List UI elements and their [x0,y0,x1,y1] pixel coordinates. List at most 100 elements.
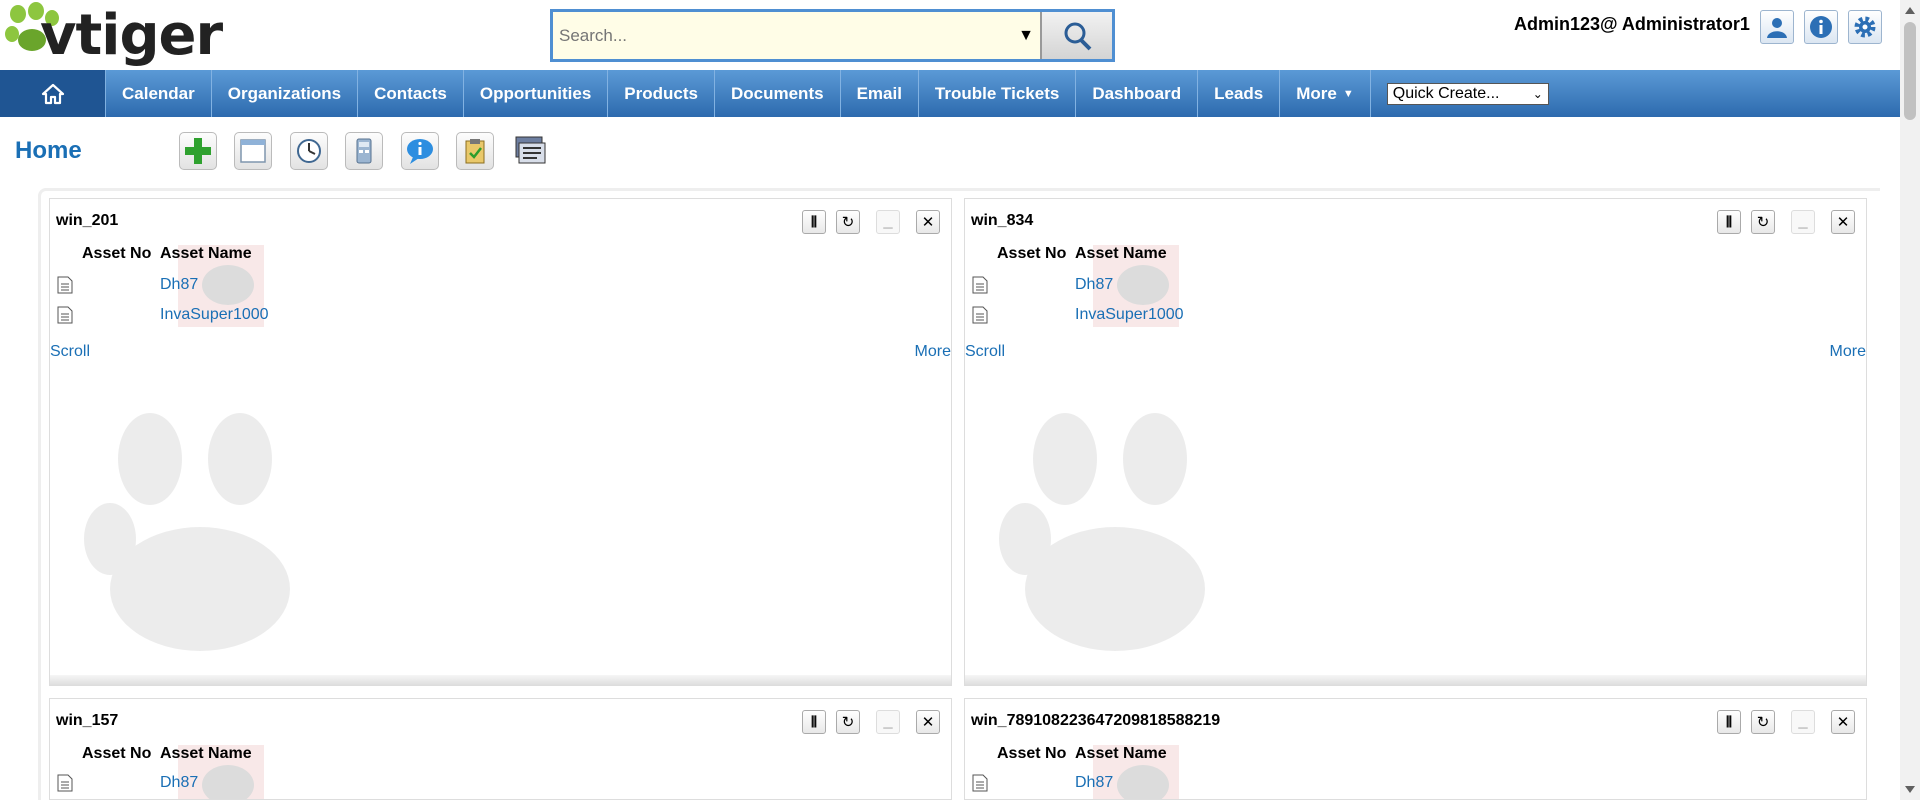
logo-text: vtiger [40,3,223,68]
nav-more-label: More [1296,83,1337,103]
column-header-asset-name: Asset Name [160,745,252,762]
nav-contacts[interactable]: Contacts [358,70,464,117]
home-icon [41,83,64,104]
quick-create-label: Quick Create... [1392,84,1500,102]
home-button[interactable] [0,70,106,117]
widget-close-button[interactable]: ✕ [916,210,940,234]
refresh-icon: ↻ [1756,714,1770,731]
widget-title: win_78910822364720981858821​9 [971,712,1221,729]
sliders-icon: ⫼ [1726,214,1732,229]
settings-gear-icon[interactable] [1848,10,1882,44]
scroll-link[interactable]: Scroll [50,343,90,361]
widget-refresh-button[interactable]: ↻ [836,710,860,734]
nav-organizations[interactable]: Organizations [212,70,359,117]
refresh-icon: ↻ [841,714,855,731]
add-widget-icon [185,138,211,164]
scroll-up-icon[interactable] [1905,7,1915,14]
widget-refresh-button[interactable]: ↻ [836,210,860,234]
widget-settings-button[interactable]: ⫼ [1717,710,1741,734]
user-profile-icon[interactable] [1760,10,1794,44]
scrollbar-thumb[interactable] [1904,22,1916,120]
document-icon [57,306,73,324]
asset-link[interactable]: Dh87 [160,276,198,294]
asset-link[interactable]: InvaSuper1000 [1075,306,1184,324]
document-icon [57,774,73,792]
minimize-icon: ▁ [1798,715,1808,729]
widget-settings-button[interactable]: ⫼ [802,710,826,734]
widget-title: win_834 [971,212,1034,229]
widget-settings-button[interactable]: ⫼ [802,210,826,234]
column-header-asset-no: Asset No [997,245,1067,262]
nav-documents[interactable]: Documents [715,70,841,117]
widget-refresh-button[interactable]: ↻ [1751,210,1775,234]
top-header: vtiger ▼ Admin123@ Administrator1 [0,0,1900,70]
widget-title: win_201 [56,212,119,229]
asset-link[interactable]: Dh87 [1075,276,1113,294]
widget-minimize-button[interactable]: ▁ [1791,710,1815,734]
nav-opportunities[interactable]: Opportunities [464,70,609,117]
search-button[interactable] [1040,12,1112,59]
minimize-icon: ▁ [1798,215,1808,229]
document-icon [57,276,73,294]
search-input[interactable] [553,12,1012,59]
main-nav: Calendar Organizations Contacts Opportun… [0,70,1900,117]
nav-email[interactable]: Email [841,70,919,117]
widget-settings-button[interactable]: ⫼ [1717,210,1741,234]
refresh-icon: ↻ [841,214,855,231]
clock-icon [297,139,321,163]
sliders-icon: ⫼ [1726,714,1732,729]
widget-refresh-button[interactable]: ↻ [1751,710,1775,734]
close-icon: ✕ [1836,714,1850,731]
widget-minimize-button[interactable]: ▁ [876,210,900,234]
minimize-icon: ▁ [883,215,893,229]
vertical-scrollbar[interactable] [1900,0,1920,800]
add-widget-button[interactable] [179,132,217,170]
asset-link[interactable]: Dh87 [1075,774,1113,792]
scroll-down-icon[interactable] [1905,786,1915,793]
user-label[interactable]: Admin123@ Administrator1 [1514,14,1750,35]
close-icon: ✕ [921,714,935,731]
info-icon[interactable] [1804,10,1838,44]
search-icon [1064,22,1092,50]
layout-icon [515,136,546,164]
widget-win-834: win_834 ⫼ ↻ ▁ ✕ Asset No Asset Name Dh87… [964,198,1867,686]
search-scope-dropdown[interactable]: ▼ [1012,12,1040,59]
global-search: ▼ [550,9,1115,62]
nav-more[interactable]: More ▼ [1280,70,1371,117]
calendar-window-icon [240,139,266,163]
asset-link[interactable]: InvaSuper1000 [160,306,269,324]
layout-button[interactable] [512,134,548,170]
nav-products[interactable]: Products [608,70,715,117]
widget-win-157: win_157 ⫼ ↻ ▁ ✕ Asset No Asset Name Dh87 [49,698,952,800]
chat-info-button[interactable] [401,132,439,170]
page-title: Home [15,137,82,164]
widget-title: win_157 [56,712,119,729]
column-header-asset-no: Asset No [82,245,152,262]
close-icon: ✕ [1836,214,1850,231]
nav-leads[interactable]: Leads [1198,70,1281,117]
nav-dashboard[interactable]: Dashboard [1076,70,1199,117]
clipboard-button[interactable] [456,132,494,170]
calculator-button[interactable] [345,132,383,170]
document-icon [972,774,988,792]
more-link[interactable]: More [915,343,951,361]
widget-footer [50,675,951,685]
asset-link[interactable]: Dh87 [160,774,198,792]
vtiger-logo[interactable]: vtiger [0,0,250,70]
widget-close-button[interactable]: ✕ [1831,710,1855,734]
clipboard-icon [465,139,485,164]
column-header-asset-name: Asset Name [1075,745,1167,762]
nav-calendar[interactable]: Calendar [106,70,212,117]
quick-create-select[interactable]: Quick Create... ⌄ [1386,82,1549,105]
widget-minimize-button[interactable]: ▁ [1791,210,1815,234]
more-link[interactable]: More [1830,343,1866,361]
widget-win-201: win_201 ⫼ ↻ ▁ ✕ Asset No Asset Name Dh87… [49,198,952,686]
calendar-window-button[interactable] [234,132,272,170]
chevron-down-icon: ⌄ [1532,86,1543,101]
widget-close-button[interactable]: ✕ [1831,210,1855,234]
widget-close-button[interactable]: ✕ [916,710,940,734]
clock-button[interactable] [290,132,328,170]
scroll-link[interactable]: Scroll [965,343,1005,361]
widget-minimize-button[interactable]: ▁ [876,710,900,734]
nav-trouble-tickets[interactable]: Trouble Tickets [919,70,1077,117]
